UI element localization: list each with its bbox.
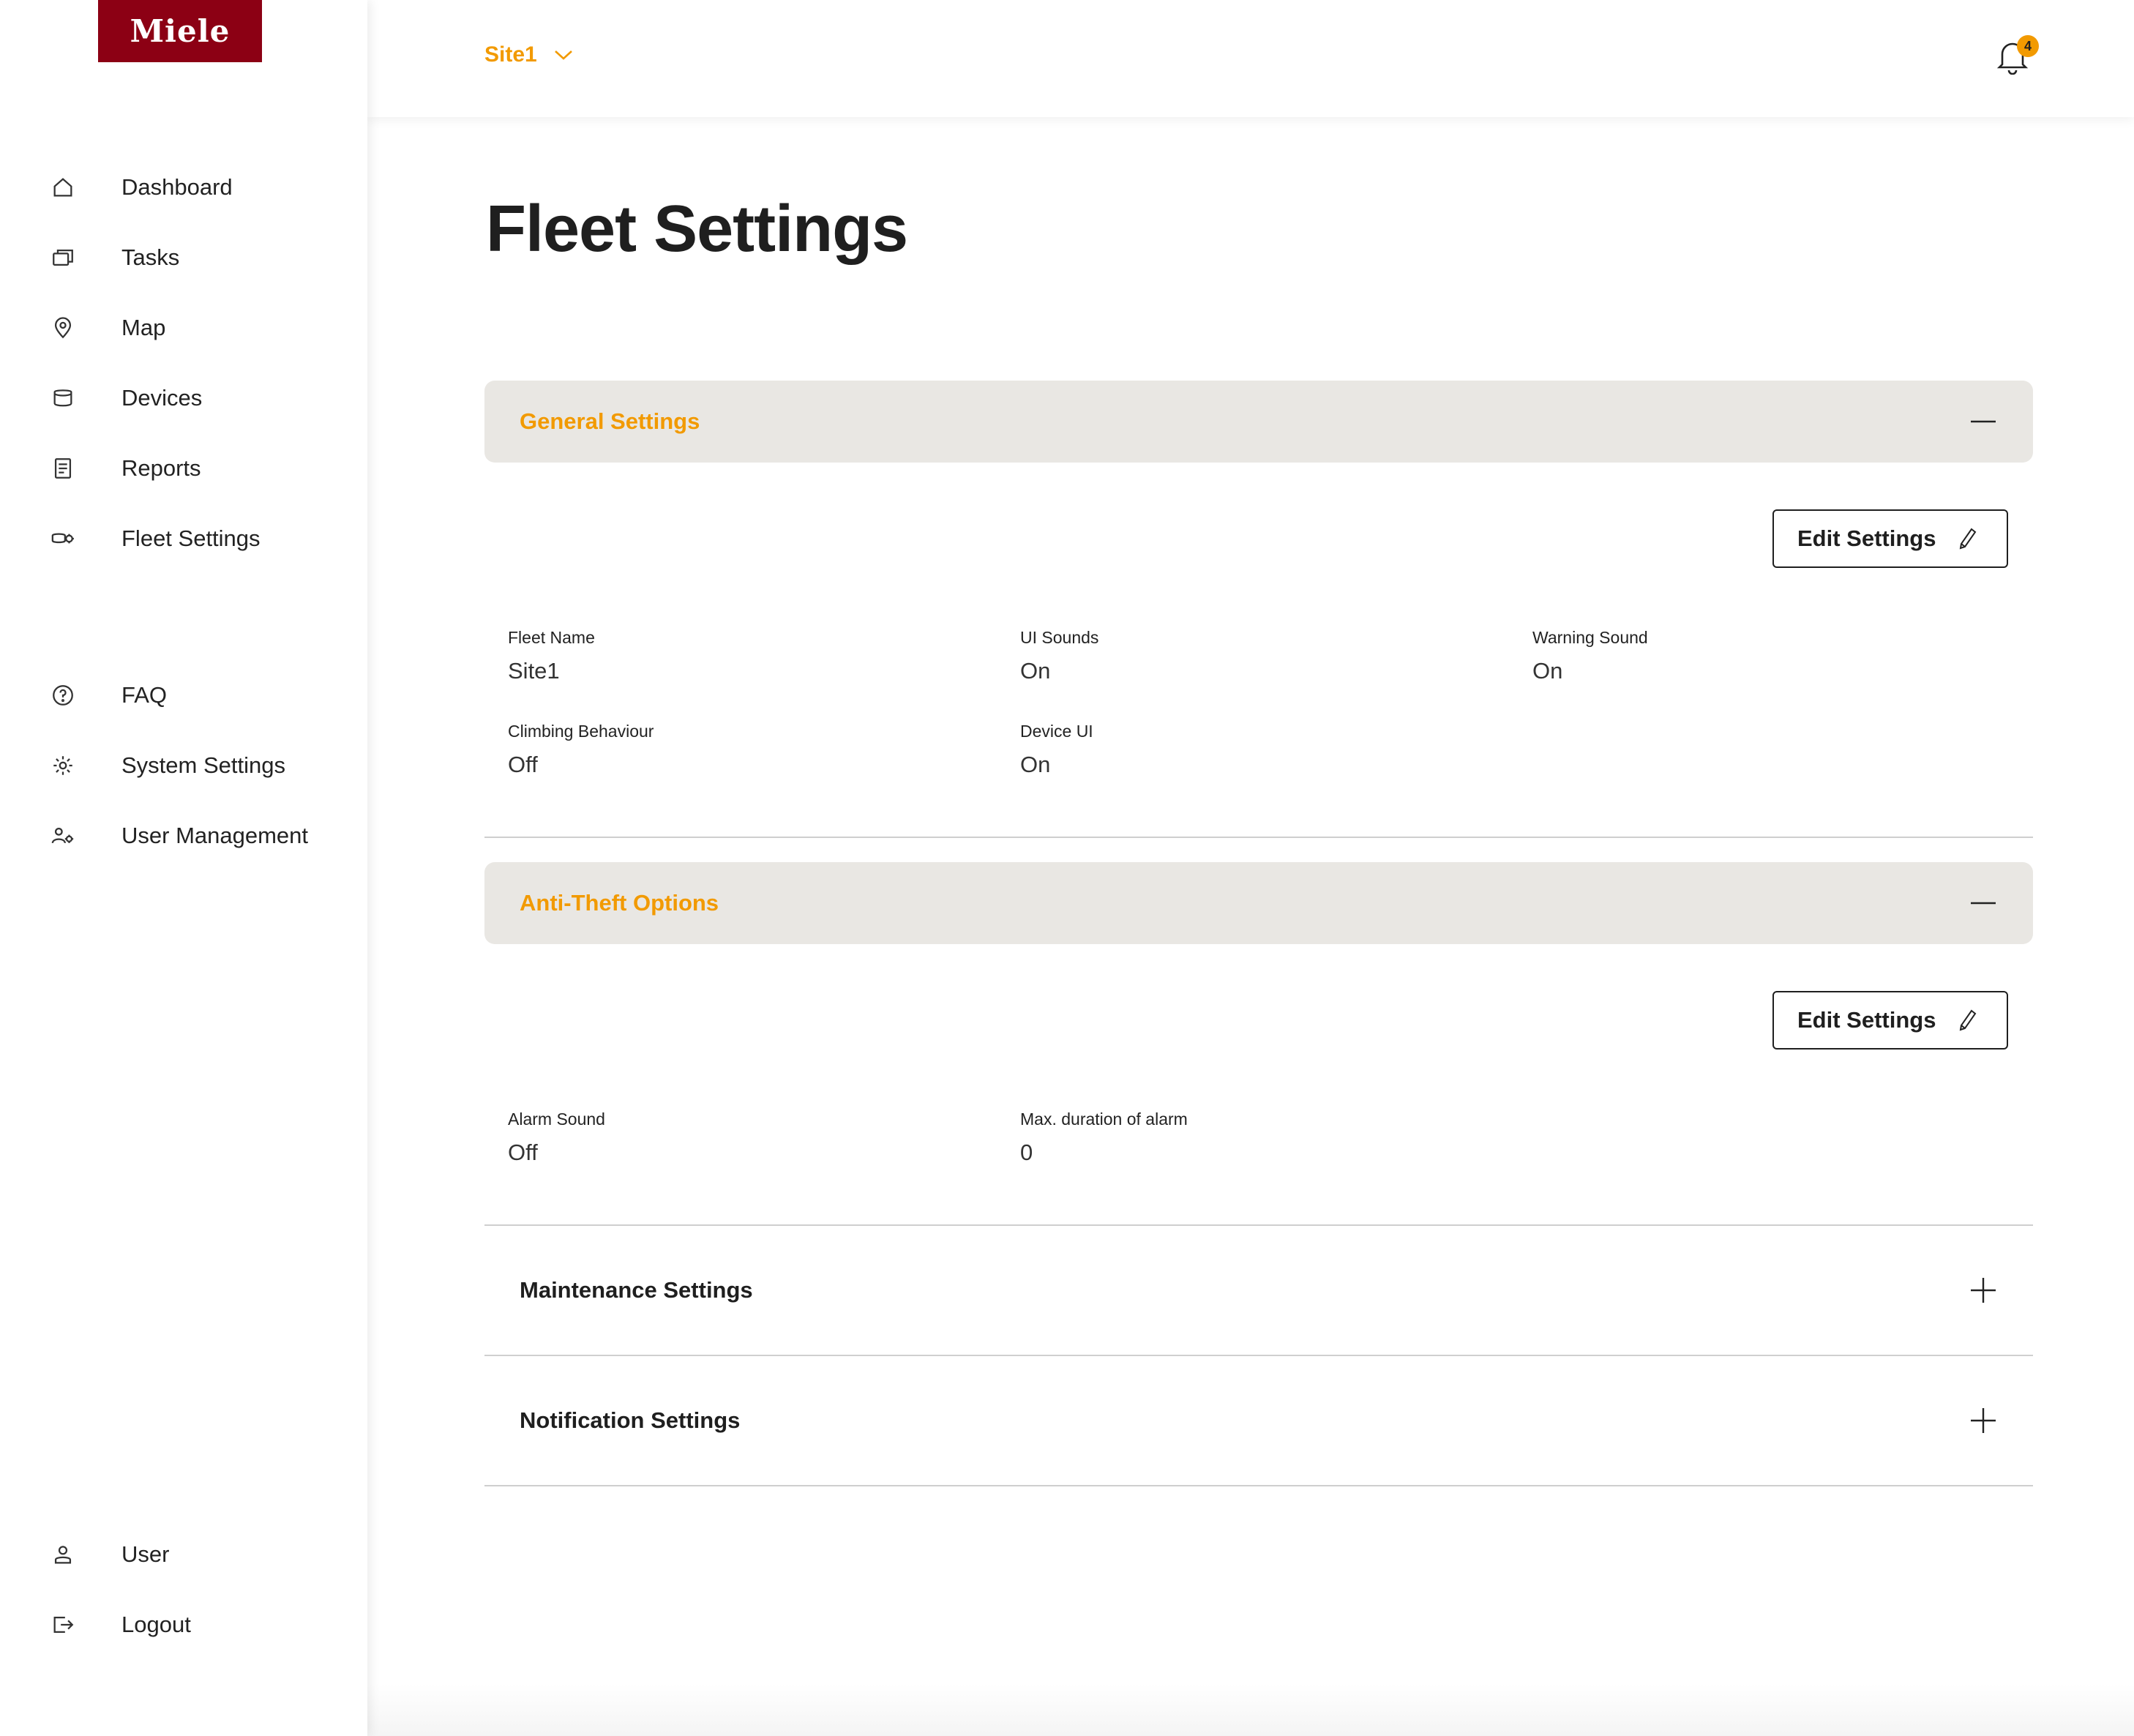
fleet-icon: [50, 525, 76, 552]
general-settings-header[interactable]: General Settings: [484, 381, 2033, 463]
section-title: Maintenance Settings: [520, 1277, 753, 1303]
home-icon: [50, 174, 76, 201]
sidebar-item-faq[interactable]: FAQ: [0, 669, 367, 722]
edit-general-settings-button[interactable]: Edit Settings: [1772, 509, 2008, 568]
notification-settings-header[interactable]: Notification Settings: [484, 1356, 2033, 1485]
sidebar-item-user-management[interactable]: User Management: [0, 809, 367, 862]
section-divider: [484, 1485, 2033, 1486]
minus-icon: [1969, 407, 1998, 436]
sidebar-item-label: Map: [121, 315, 166, 340]
map-pin-icon: [50, 315, 76, 341]
users-gear-icon: [50, 823, 76, 849]
anti-theft-options-header[interactable]: Anti-Theft Options: [484, 862, 2033, 944]
field-max-duration-alarm: Max. duration of alarm 0: [1020, 1110, 1489, 1166]
maintenance-settings-header[interactable]: Maintenance Settings: [484, 1226, 2033, 1355]
field-value: 0: [1020, 1140, 1033, 1165]
sidebar-item-label: Logout: [121, 1612, 191, 1637]
site-selector[interactable]: Site1: [484, 42, 574, 67]
tasks-icon: [50, 244, 76, 271]
field-device-ui: Device UI On: [1020, 722, 1489, 778]
user-icon: [50, 1541, 76, 1568]
site-name: Site1: [484, 42, 537, 67]
sidebar-item-tasks[interactable]: Tasks: [0, 231, 367, 284]
edit-button-label: Edit Settings: [1797, 525, 1936, 551]
sidebar-item-label: Tasks: [121, 244, 180, 270]
help-icon: [50, 682, 76, 708]
section-title: Notification Settings: [520, 1407, 741, 1433]
sidebar-item-logout[interactable]: Logout: [0, 1598, 367, 1651]
sidebar-item-dashboard[interactable]: Dashboard: [0, 161, 367, 214]
sidebar-item-devices[interactable]: Devices: [0, 372, 367, 424]
field-label: Alarm Sound: [508, 1110, 605, 1129]
section-title: Anti-Theft Options: [520, 890, 719, 916]
miele-logo[interactable]: Miele: [98, 0, 262, 62]
field-climbing-behaviour: Climbing Behaviour Off: [508, 722, 976, 778]
field-label: Device UI: [1020, 722, 1093, 741]
sidebar: Miele Dashboard Tasks Map Devices Report…: [0, 0, 367, 1736]
bottom-fade: [367, 1683, 2134, 1736]
field-label: Fleet Name: [508, 628, 595, 647]
field-label: Warning Sound: [1532, 628, 1648, 647]
sidebar-item-label: Dashboard: [121, 174, 233, 200]
sidebar-item-label: Fleet Settings: [121, 525, 261, 551]
field-ui-sounds: UI Sounds On: [1020, 628, 1489, 684]
sidebar-item-label: FAQ: [121, 682, 168, 708]
gear-icon: [50, 752, 76, 779]
device-icon: [50, 385, 76, 411]
section-divider: [484, 837, 2033, 838]
field-value: Off: [508, 752, 538, 777]
edit-button-label: Edit Settings: [1797, 1007, 1936, 1033]
notification-badge: 4: [2017, 35, 2039, 57]
sidebar-item-fleet-settings[interactable]: Fleet Settings: [0, 512, 367, 565]
sidebar-item-reports[interactable]: Reports: [0, 442, 367, 495]
field-fleet-name: Fleet Name Site1: [508, 628, 976, 684]
sidebar-item-system-settings[interactable]: System Settings: [0, 739, 367, 792]
pencil-icon: [1959, 1009, 1977, 1031]
field-value: Off: [508, 1140, 538, 1165]
field-label: Max. duration of alarm: [1020, 1110, 1188, 1129]
pencil-icon: [1959, 528, 1977, 550]
sidebar-item-label: User: [121, 1541, 170, 1567]
logout-icon: [50, 1612, 76, 1638]
sidebar-item-label: System Settings: [121, 752, 285, 778]
sidebar-item-label: User Management: [121, 823, 309, 848]
field-value: On: [1020, 752, 1051, 777]
plus-icon: [1969, 1406, 1998, 1435]
section-title: General Settings: [520, 408, 700, 434]
edit-anti-theft-settings-button[interactable]: Edit Settings: [1772, 991, 2008, 1050]
logo-text: Miele: [130, 13, 231, 49]
sidebar-item-label: Reports: [121, 455, 201, 481]
report-icon: [50, 455, 76, 482]
top-bar: Site1 4: [367, 0, 2134, 117]
sidebar-item-map[interactable]: Map: [0, 302, 367, 354]
sidebar-item-label: Devices: [121, 385, 203, 411]
field-label: Climbing Behaviour: [508, 722, 654, 741]
field-value: On: [1532, 658, 1563, 684]
notifications-button[interactable]: 4: [1995, 35, 2039, 79]
sidebar-item-user[interactable]: User: [0, 1528, 367, 1581]
field-value: Site1: [508, 658, 560, 684]
field-value: On: [1020, 658, 1051, 684]
page-title: Fleet Settings: [486, 192, 908, 266]
field-alarm-sound: Alarm Sound Off: [508, 1110, 976, 1166]
minus-icon: [1969, 888, 1998, 918]
chevron-down-icon: [554, 50, 572, 60]
field-label: UI Sounds: [1020, 628, 1099, 647]
field-warning-sound: Warning Sound On: [1532, 628, 2001, 684]
plus-icon: [1969, 1276, 1998, 1305]
